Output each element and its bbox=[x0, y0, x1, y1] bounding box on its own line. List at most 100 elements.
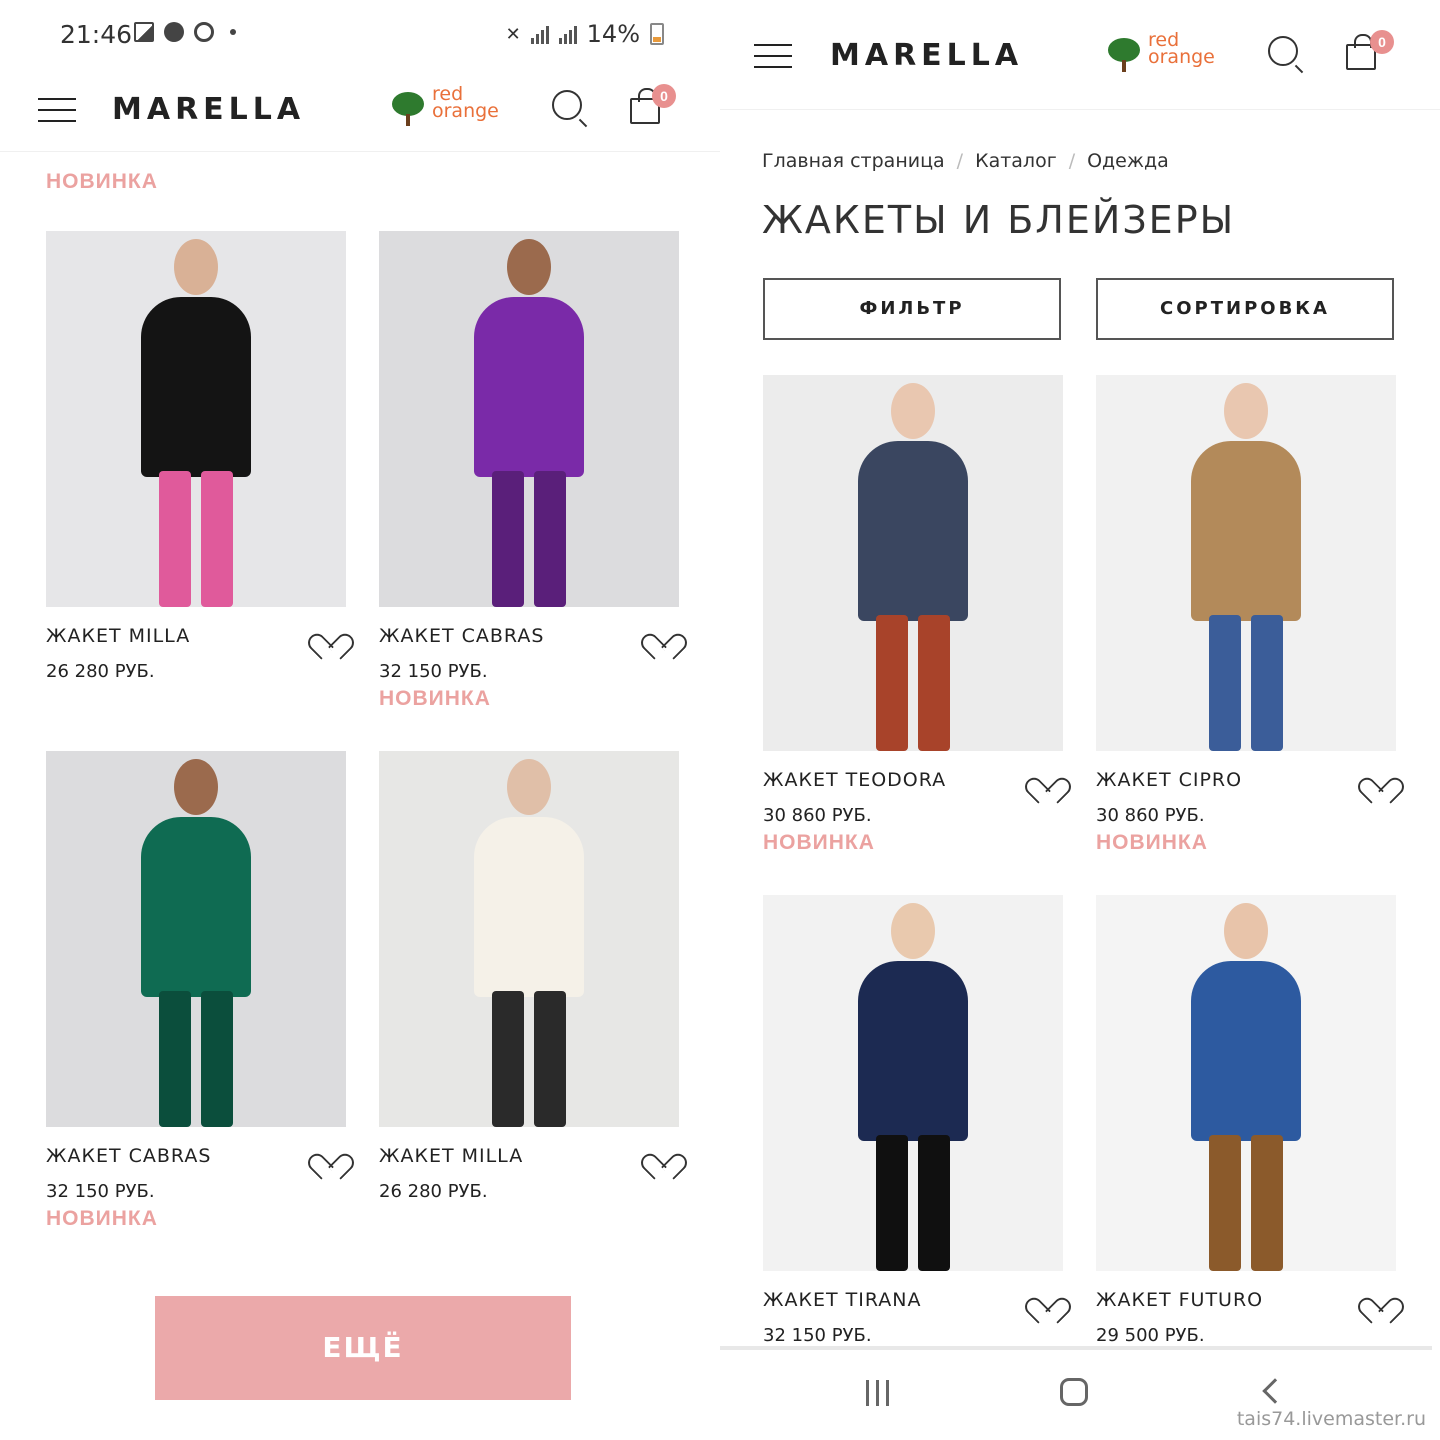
product-card[interactable]: ЖАКЕТ MILLA 26 280 РУБ. bbox=[46, 231, 346, 682]
product-name[interactable]: ЖАКЕТ CIPRO bbox=[1096, 769, 1242, 791]
product-name[interactable]: ЖАКЕТ MILLA bbox=[379, 1145, 523, 1167]
sync-icon bbox=[194, 22, 214, 42]
wishlist-heart-icon[interactable] bbox=[1366, 1287, 1392, 1311]
model-legs bbox=[492, 991, 524, 1127]
model-legs bbox=[201, 471, 233, 607]
wishlist-heart-icon[interactable] bbox=[1033, 767, 1059, 791]
model-head bbox=[891, 903, 935, 959]
sort-button[interactable]: СОРТИРОВКА bbox=[1096, 278, 1394, 340]
product-name[interactable]: ЖАКЕТ CABRAS bbox=[46, 1145, 211, 1167]
product-photo[interactable] bbox=[763, 895, 1063, 1271]
divider bbox=[720, 1346, 1432, 1350]
breadcrumb-home[interactable]: Главная страница bbox=[762, 150, 945, 172]
model-jacket bbox=[858, 961, 968, 1141]
page-title: ЖАКЕТЫ И БЛЕЙЗЕРЫ bbox=[762, 198, 1236, 242]
product-name[interactable]: ЖАКЕТ MILLA bbox=[46, 625, 190, 647]
product-photo[interactable] bbox=[46, 751, 346, 1127]
new-badge: НОВИНКА bbox=[763, 831, 875, 854]
search-icon[interactable] bbox=[552, 90, 582, 120]
model-legs bbox=[201, 991, 233, 1127]
tree-trunk bbox=[1122, 60, 1126, 72]
model-figure bbox=[121, 231, 271, 607]
status-bar: 21:46 ✕ 14% bbox=[0, 0, 720, 70]
search-icon[interactable] bbox=[1268, 36, 1298, 66]
site-header: MARELLA red orange 0 bbox=[0, 68, 720, 152]
model-jacket bbox=[141, 817, 251, 997]
wishlist-heart-icon[interactable] bbox=[1366, 767, 1392, 791]
model-jacket bbox=[1191, 961, 1301, 1141]
new-badge: НОВИНКА bbox=[1096, 831, 1208, 854]
wishlist-heart-icon[interactable] bbox=[316, 623, 342, 647]
product-name[interactable]: ЖАКЕТ FUTURO bbox=[1096, 1289, 1263, 1311]
model-legs bbox=[1209, 1135, 1241, 1271]
model-jacket bbox=[858, 441, 968, 621]
model-figure bbox=[838, 895, 988, 1271]
product-name[interactable]: ЖАКЕТ TIRANA bbox=[763, 1289, 921, 1311]
product-photo[interactable] bbox=[46, 231, 346, 607]
product-card[interactable]: ЖАКЕТ TIRANA 32 150 РУБ. bbox=[763, 895, 1063, 1346]
model-legs bbox=[1251, 1135, 1283, 1271]
home-icon[interactable] bbox=[1060, 1378, 1088, 1406]
more-button[interactable]: ЕЩЁ bbox=[155, 1296, 571, 1400]
product-card[interactable]: ЖАКЕТ FUTURO 29 500 РУБ. bbox=[1096, 895, 1396, 1346]
right-screenshot: MARELLA red orange 0 Главная страница / Ка… bbox=[720, 0, 1440, 1440]
model-jacket bbox=[1191, 441, 1301, 621]
breadcrumb-catalog[interactable]: Каталог bbox=[975, 150, 1057, 172]
model-figure bbox=[121, 751, 271, 1127]
menu-icon[interactable] bbox=[38, 98, 76, 122]
model-head bbox=[1224, 903, 1268, 959]
recent-apps-icon[interactable] bbox=[866, 1380, 892, 1406]
more-notifications-icon bbox=[230, 29, 236, 35]
product-price: 30 860 РУБ. bbox=[1096, 805, 1205, 826]
product-photo[interactable] bbox=[1096, 895, 1396, 1271]
model-figure bbox=[1171, 375, 1321, 751]
wishlist-heart-icon[interactable] bbox=[649, 623, 675, 647]
new-badge: НОВИНКА bbox=[46, 170, 158, 193]
left-screenshot: 21:46 ✕ 14% MARELLA red orange 0 НОВИНКА… bbox=[0, 0, 720, 1440]
breadcrumb-clothes[interactable]: Одежда bbox=[1087, 150, 1169, 172]
image-icon bbox=[134, 22, 154, 42]
status-right: ✕ 14% bbox=[506, 20, 664, 48]
model-head bbox=[1224, 383, 1268, 439]
product-name[interactable]: ЖАКЕТ CABRAS bbox=[379, 625, 544, 647]
model-jacket bbox=[474, 817, 584, 997]
product-photo[interactable] bbox=[379, 751, 679, 1127]
product-card[interactable]: ЖАКЕТ CIPRO 30 860 РУБ. НОВИНКА bbox=[1096, 375, 1396, 854]
product-photo[interactable] bbox=[379, 231, 679, 607]
product-card[interactable]: ЖАКЕТ CABRAS 32 150 РУБ. НОВИНКА bbox=[46, 751, 346, 1230]
model-head bbox=[174, 239, 218, 295]
model-legs bbox=[918, 1135, 950, 1271]
filter-button[interactable]: ФИЛЬТР bbox=[763, 278, 1061, 340]
product-photo[interactable] bbox=[1096, 375, 1396, 751]
back-icon[interactable] bbox=[1262, 1378, 1288, 1404]
signal-icon bbox=[530, 24, 549, 44]
product-price: 30 860 РУБ. bbox=[763, 805, 872, 826]
tree-icon bbox=[1108, 38, 1140, 62]
model-figure bbox=[454, 751, 604, 1127]
red-orange-logo[interactable]: red orange bbox=[1108, 31, 1218, 76]
model-jacket bbox=[141, 297, 251, 477]
product-name[interactable]: ЖАКЕТ TEODORA bbox=[763, 769, 946, 791]
model-head bbox=[891, 383, 935, 439]
wishlist-heart-icon[interactable] bbox=[316, 1143, 342, 1167]
product-price: 32 150 РУБ. bbox=[379, 661, 488, 682]
breadcrumb-separator: / bbox=[1068, 150, 1076, 172]
tree-icon bbox=[392, 92, 424, 116]
model-legs bbox=[918, 615, 950, 751]
wishlist-heart-icon[interactable] bbox=[649, 1143, 675, 1167]
product-card[interactable]: ЖАКЕТ TEODORA 30 860 РУБ. НОВИНКА bbox=[763, 375, 1063, 854]
model-legs bbox=[159, 991, 191, 1127]
product-card[interactable]: ЖАКЕТ MILLA 26 280 РУБ. bbox=[379, 751, 679, 1202]
menu-icon[interactable] bbox=[754, 44, 792, 68]
product-photo[interactable] bbox=[763, 375, 1063, 751]
brand-logo[interactable]: MARELLA bbox=[112, 92, 305, 127]
model-legs bbox=[159, 471, 191, 607]
model-legs bbox=[534, 991, 566, 1127]
wishlist-heart-icon[interactable] bbox=[1033, 1287, 1059, 1311]
mute-icon: ✕ bbox=[505, 23, 521, 45]
site-header: MARELLA red orange 0 bbox=[720, 10, 1440, 110]
red-orange-logo[interactable]: red orange bbox=[392, 85, 502, 130]
product-card[interactable]: ЖАКЕТ CABRAS 32 150 РУБ. НОВИНКА bbox=[379, 231, 679, 710]
brand-logo[interactable]: MARELLA bbox=[830, 38, 1023, 73]
product-price: 26 280 РУБ. bbox=[379, 1181, 488, 1202]
